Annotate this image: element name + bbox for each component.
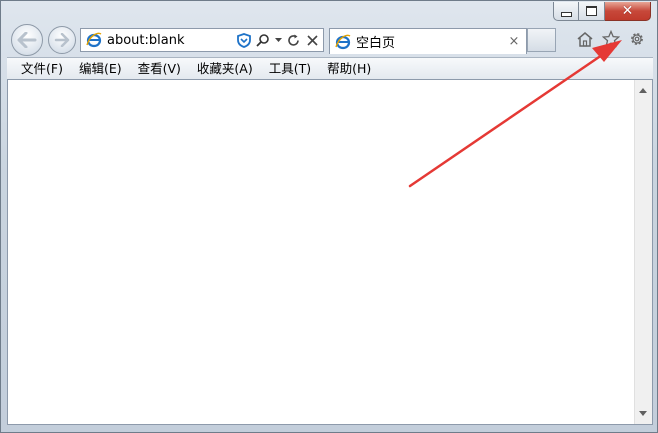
dropdown-arrow-icon[interactable] [274,31,282,49]
gear-icon[interactable] [627,29,647,49]
close-window-button[interactable]: ✕ [605,2,651,21]
address-input[interactable]: about:blank [107,33,236,48]
vertical-scrollbar[interactable] [634,80,652,424]
scroll-down-icon[interactable] [639,411,647,416]
address-bar[interactable]: about:blank [80,28,324,52]
minimize-icon [560,11,572,17]
menu-tools[interactable]: 工具(T) [261,59,319,79]
ie-logo-icon [334,33,352,51]
maximize-button[interactable] [579,2,605,21]
navigation-bar: about:blank 空白页 × [1,23,658,57]
menu-file[interactable]: 文件(F) [13,59,71,79]
search-icon[interactable] [255,31,271,49]
menu-bar: 文件(F) 编辑(E) 查看(V) 收藏夹(A) 工具(T) 帮助(H) [7,57,653,79]
scroll-up-icon[interactable] [639,88,647,93]
browser-window: ✕ about:blank 空白页 × 文件(F) 编辑(E) 查看(V) 收藏… [0,0,658,433]
forward-button[interactable] [48,26,76,54]
menu-edit[interactable]: 编辑(E) [71,59,130,79]
menu-help[interactable]: 帮助(H) [319,59,379,79]
menu-favorites[interactable]: 收藏夹(A) [189,59,261,79]
minimize-button[interactable] [553,2,579,21]
ie-logo-icon [85,31,103,49]
tab-close-icon[interactable]: × [506,34,522,49]
forward-arrow-icon [54,33,70,47]
back-button[interactable] [11,24,43,56]
menu-view[interactable]: 查看(V) [130,59,189,79]
tab-blank-page[interactable]: 空白页 × [329,28,527,54]
tab-label: 空白页 [356,36,396,51]
address-tools [236,31,320,49]
maximize-icon [586,6,597,16]
refresh-icon[interactable] [285,31,301,49]
shield-icon[interactable] [236,31,252,49]
new-tab-button[interactable] [527,28,556,52]
window-controls: ✕ [553,2,651,22]
back-arrow-icon [17,32,37,48]
command-icons [575,29,647,49]
close-icon: ✕ [621,3,634,19]
stop-icon[interactable] [304,31,320,49]
star-icon[interactable] [601,29,621,49]
page-content [7,79,653,425]
home-icon[interactable] [575,29,595,49]
